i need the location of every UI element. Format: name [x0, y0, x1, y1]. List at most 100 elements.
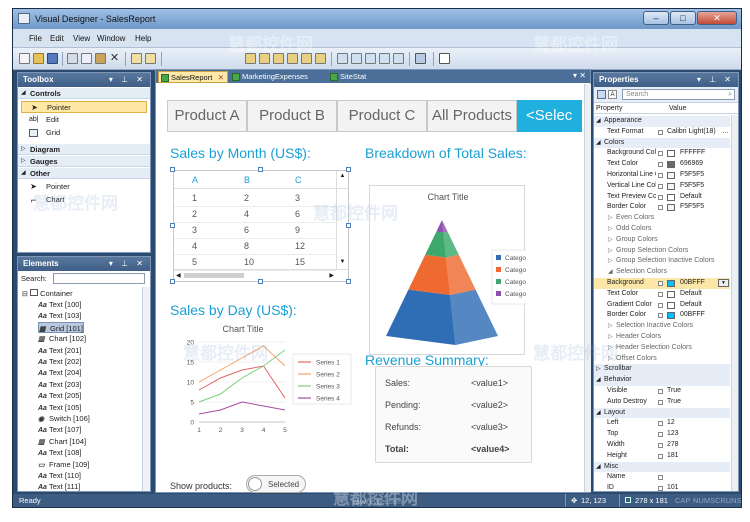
property-group[interactable]: ▷ Group Selection Inactive Colors: [594, 256, 730, 267]
grid-cell[interactable]: 9: [295, 225, 300, 235]
reset-checkbox[interactable]: [658, 183, 663, 189]
property-value[interactable]: 00BFFF: [680, 278, 705, 289]
property-row[interactable]: Width 278: [594, 440, 730, 451]
grid-cell[interactable]: 2: [192, 209, 197, 219]
ellipsis-button[interactable]: …: [722, 127, 729, 138]
property-row[interactable]: Horizontal Line Color F5F5F5: [594, 170, 730, 181]
same-width-icon[interactable]: [337, 53, 348, 64]
property-row[interactable]: Text Format Calibri Light(18)…: [594, 127, 730, 138]
reset-checkbox[interactable]: [658, 475, 663, 481]
property-value[interactable]: FFFFFF: [680, 148, 705, 159]
property-value[interactable]: True: [667, 397, 681, 408]
property-row[interactable]: Border Color F5F5F5: [594, 202, 730, 213]
property-category[interactable]: ◢ Appearance: [594, 116, 730, 127]
tab-salesreport[interactable]: SalesReport ✕: [158, 71, 228, 83]
toolbox-category-controls[interactable]: ◢ Controls: [18, 88, 150, 99]
property-value[interactable]: 00BFFF: [680, 310, 705, 321]
reset-checkbox[interactable]: [658, 162, 663, 168]
color-swatch[interactable]: [667, 182, 675, 190]
grid-col-b[interactable]: B: [244, 175, 250, 185]
tree-item[interactable]: ▭ Frame [109]: [38, 459, 89, 470]
tab-marketingexpenses[interactable]: MarketingExpenses: [230, 71, 328, 83]
toolbox-category-diagram[interactable]: ▷ Diagram: [18, 144, 150, 155]
property-value[interactable]: F5F5F5: [680, 170, 704, 181]
color-swatch[interactable]: [667, 172, 675, 179]
tree-item[interactable]: Aa Text [108]: [38, 447, 82, 458]
grid-cell[interactable]: 2: [244, 193, 249, 203]
property-group[interactable]: ▷ Group Colors: [594, 235, 730, 246]
product-tab-b[interactable]: Product B: [247, 100, 337, 132]
property-value[interactable]: Default: [680, 289, 702, 300]
reset-checkbox[interactable]: [658, 281, 663, 286]
open-icon[interactable]: [33, 53, 44, 64]
menu-window[interactable]: Window: [97, 34, 125, 43]
tree-item[interactable]: Aa Text [100]: [38, 299, 82, 310]
reset-checkbox[interactable]: [658, 151, 663, 157]
color-swatch[interactable]: [667, 280, 675, 287]
property-value[interactable]: Default: [680, 300, 702, 311]
property-row[interactable]: Border Color 00BFFF: [594, 310, 730, 321]
grid-cell[interactable]: 12: [295, 241, 305, 251]
tree-item[interactable]: Aa Text [204]: [38, 367, 82, 378]
property-row[interactable]: Text Color 696969: [594, 159, 730, 170]
color-swatch[interactable]: [667, 301, 675, 309]
property-category[interactable]: ◢ Behavior: [594, 375, 730, 386]
product-tab-c[interactable]: Product C: [337, 100, 427, 132]
property-category[interactable]: ▷ Scrollbar: [594, 364, 730, 376]
menu-view[interactable]: View: [73, 34, 90, 43]
reset-checkbox[interactable]: [658, 302, 663, 308]
product-tab-a[interactable]: Product A: [167, 100, 247, 132]
reset-checkbox[interactable]: [658, 291, 663, 297]
delete-icon[interactable]: ✕: [109, 53, 120, 64]
property-category[interactable]: ◢ Misc: [594, 461, 730, 473]
tree-item[interactable]: Aa Text [107]: [38, 424, 82, 435]
grid-cell[interactable]: 8: [244, 241, 249, 251]
undo-icon[interactable]: [131, 53, 142, 64]
property-value[interactable]: 123: [667, 429, 679, 440]
tree-item[interactable]: Aa Text [203]: [38, 379, 82, 390]
show-products-switch[interactable]: Selected: [246, 475, 306, 493]
product-tab-all[interactable]: All Products: [427, 100, 517, 132]
reset-checkbox[interactable]: [658, 432, 663, 438]
arrange-icon[interactable]: [393, 53, 404, 64]
color-swatch[interactable]: [667, 161, 675, 169]
preview-icon[interactable]: [439, 53, 450, 64]
property-group[interactable]: ▷ Group Selection Colors: [594, 246, 730, 257]
tree-item[interactable]: Aa Text [105]: [38, 402, 82, 413]
reset-checkbox[interactable]: [658, 194, 663, 200]
paste-icon[interactable]: [95, 53, 106, 64]
color-swatch[interactable]: [667, 290, 675, 298]
property-group[interactable]: ▷ Odd Colors: [594, 224, 730, 235]
toolbox-item-pointer[interactable]: ➤ Pointer: [21, 101, 147, 113]
grid-cell[interactable]: 4: [192, 241, 197, 251]
color-swatch[interactable]: [667, 204, 675, 212]
reset-checkbox[interactable]: [658, 129, 663, 135]
elements-search-input[interactable]: [53, 273, 145, 284]
spacing-icon[interactable]: [379, 53, 390, 64]
alphabetical-icon[interactable]: A: [608, 90, 617, 99]
property-row[interactable]: Visible True: [594, 386, 730, 397]
copy-icon[interactable]: [81, 53, 92, 64]
property-group[interactable]: ◢ Selection Colors: [594, 267, 730, 278]
property-value[interactable]: 278: [667, 440, 679, 451]
property-row[interactable]: Height 181: [594, 451, 730, 462]
property-value[interactable]: 12: [667, 418, 675, 429]
tree-item[interactable]: Aa Text [110]: [38, 470, 81, 481]
tree-item[interactable]: Aa Text [205]: [38, 390, 82, 401]
property-group[interactable]: ▷ Selection Inactive Colors: [594, 321, 730, 332]
property-category[interactable]: ◢ Colors: [594, 137, 730, 149]
tree-item[interactable]: ▦ Grid [101]: [38, 321, 84, 333]
reset-checkbox[interactable]: [658, 205, 663, 211]
tree-item[interactable]: ▥ Chart [102]: [38, 333, 86, 344]
property-value[interactable]: F5F5F5: [680, 181, 704, 192]
grid-col-c[interactable]: C: [295, 175, 302, 185]
property-value[interactable]: True: [667, 386, 681, 397]
grid-cell[interactable]: 3: [295, 193, 300, 203]
grid-cell[interactable]: 10: [244, 257, 254, 267]
tree-item[interactable]: Aa Text [111]: [38, 481, 80, 492]
minimize-button[interactable]: –: [643, 11, 669, 25]
property-value[interactable]: Calibri Light(18): [667, 127, 716, 138]
grid-cell[interactable]: 6: [244, 225, 249, 235]
tree-item[interactable]: ▥ Chart [104]: [38, 436, 86, 447]
reset-checkbox[interactable]: [658, 421, 663, 427]
